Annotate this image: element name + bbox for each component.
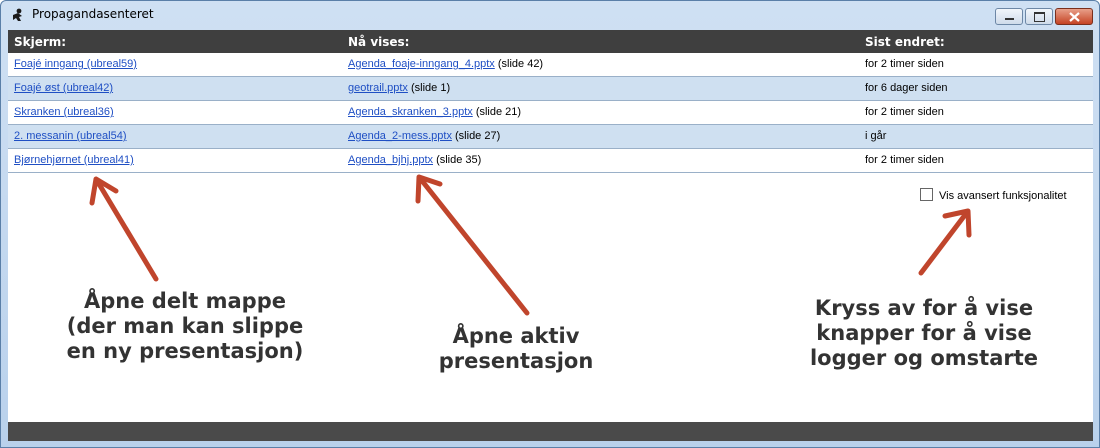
app-window: Propagandasenteret Skjerm: Nå vises: Sis… (0, 0, 1100, 448)
annotation-active-presentation: Åpne aktiv presentasjon (438, 324, 594, 373)
close-button[interactable] (1055, 8, 1093, 25)
maximize-icon (1034, 12, 1045, 22)
minimize-icon (1005, 18, 1014, 20)
sprinter-icon (13, 8, 22, 21)
arrow-to-advanced-checkbox (918, 208, 972, 276)
status-bar (8, 422, 1093, 441)
title-bar[interactable]: Propagandasenteret (1, 1, 1099, 29)
window-title: Propagandasenteret (32, 7, 154, 21)
main-content: Skjerm: Nå vises: Sist endret: Foajé inn… (8, 30, 1093, 441)
arrow-to-screen-link (89, 176, 159, 282)
minimize-button[interactable] (995, 8, 1023, 25)
close-icon (1069, 12, 1080, 22)
annotation-shared-folder: Åpne delt mappe (der man kan slippe en n… (66, 289, 304, 363)
maximize-button[interactable] (1025, 8, 1053, 25)
arrow-to-presentation-link (415, 174, 530, 316)
annotation-advanced: Kryss av for å vise knapper for å vise l… (809, 296, 1039, 370)
